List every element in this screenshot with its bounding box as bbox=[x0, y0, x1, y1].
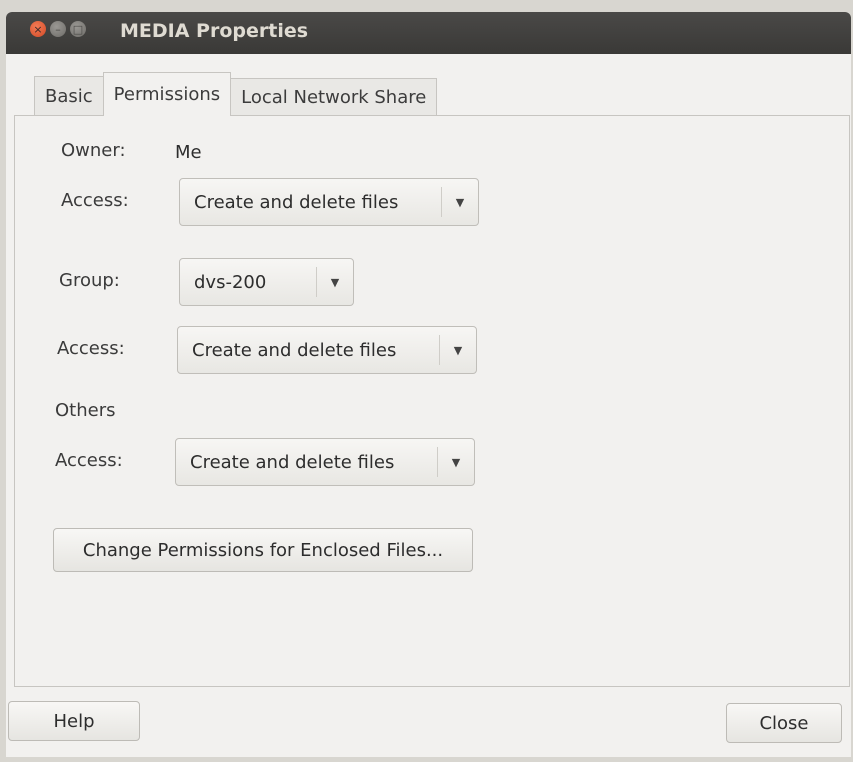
change-permissions-enclosed-button[interactable]: Change Permissions for Enclosed Files... bbox=[53, 528, 473, 572]
owner-access-label: Access: bbox=[61, 190, 129, 211]
owner-access-value: Create and delete files bbox=[194, 191, 399, 213]
owner-label: Owner: bbox=[61, 140, 126, 161]
minimize-icon: – bbox=[55, 22, 61, 36]
help-button[interactable]: Help bbox=[8, 701, 140, 741]
chevron-down-icon: ▼ bbox=[451, 455, 461, 469]
group-access-value: Create and delete files bbox=[192, 339, 397, 361]
tab-basic[interactable]: Basic bbox=[34, 76, 104, 116]
group-access-dropdown[interactable]: Create and delete files ▼ bbox=[177, 326, 477, 374]
tab-bar: Basic Permissions Local Network Share bbox=[34, 72, 438, 116]
close-button[interactable]: Close bbox=[726, 703, 842, 743]
chevron-down-icon: ▼ bbox=[455, 195, 465, 209]
chevron-down-icon: ▼ bbox=[330, 275, 340, 289]
tab-local-network-share[interactable]: Local Network Share bbox=[230, 78, 438, 116]
tab-permissions[interactable]: Permissions bbox=[102, 72, 232, 116]
owner-access-dropdown[interactable]: Create and delete files ▼ bbox=[179, 178, 479, 226]
window-close-button[interactable]: × bbox=[30, 21, 46, 37]
title-bar[interactable]: × – □ MEDIA Properties bbox=[6, 12, 851, 54]
group-dropdown[interactable]: dvs-200 ▼ bbox=[179, 258, 354, 306]
window-maximize-button[interactable]: □ bbox=[70, 21, 86, 37]
window-title: MEDIA Properties bbox=[120, 20, 309, 42]
chevron-down-icon: ▼ bbox=[453, 343, 463, 357]
owner-value: Me bbox=[175, 142, 202, 163]
others-access-dropdown[interactable]: Create and delete files ▼ bbox=[175, 438, 475, 486]
others-access-value: Create and delete files bbox=[190, 451, 395, 473]
group-value: dvs-200 bbox=[194, 271, 267, 293]
group-access-label: Access: bbox=[57, 338, 125, 359]
maximize-icon: □ bbox=[72, 22, 84, 36]
permissions-panel: Owner: Me Access: Create and delete file… bbox=[14, 115, 850, 687]
others-access-label: Access: bbox=[55, 450, 123, 471]
close-icon: × bbox=[33, 22, 43, 36]
properties-window: × – □ MEDIA Properties Basic Permissions… bbox=[6, 12, 851, 757]
group-label: Group: bbox=[59, 270, 120, 291]
window-minimize-button[interactable]: – bbox=[50, 21, 66, 37]
others-label: Others bbox=[55, 400, 116, 421]
